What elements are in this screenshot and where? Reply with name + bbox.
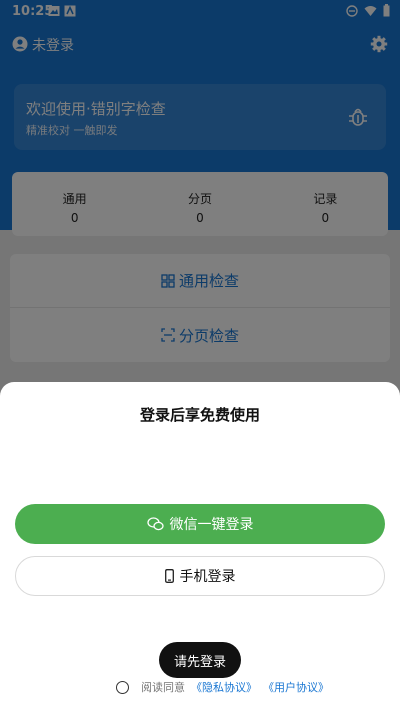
wechat-login-label: 微信一键登录 xyxy=(169,516,254,532)
user-agreement-link[interactable]: 《用户协议》 xyxy=(263,679,329,695)
privacy-policy-link[interactable]: 《隐私协议》 xyxy=(191,679,257,695)
wechat-login-button[interactable]: 微信一键登录 xyxy=(15,504,385,544)
agreement-row: 阅读同意 《隐私协议》 《用户协议》 xyxy=(116,678,329,696)
phone-icon xyxy=(164,569,174,583)
login-toast: 请先登录 xyxy=(159,642,241,678)
sheet-title: 登录后享免费使用 xyxy=(139,406,260,424)
phone-login-button[interactable]: 手机登录 xyxy=(15,556,385,596)
wechat-icon xyxy=(146,517,164,531)
agree-radio[interactable] xyxy=(116,680,129,694)
login-bottom-sheet: 登录后享免费使用 微信一键登录 手机登录 请先登录 阅读同意 《隐私协议》 《用… xyxy=(0,382,400,720)
phone-login-label: 手机登录 xyxy=(179,568,236,584)
agree-prefix: 阅读同意 xyxy=(141,681,185,694)
